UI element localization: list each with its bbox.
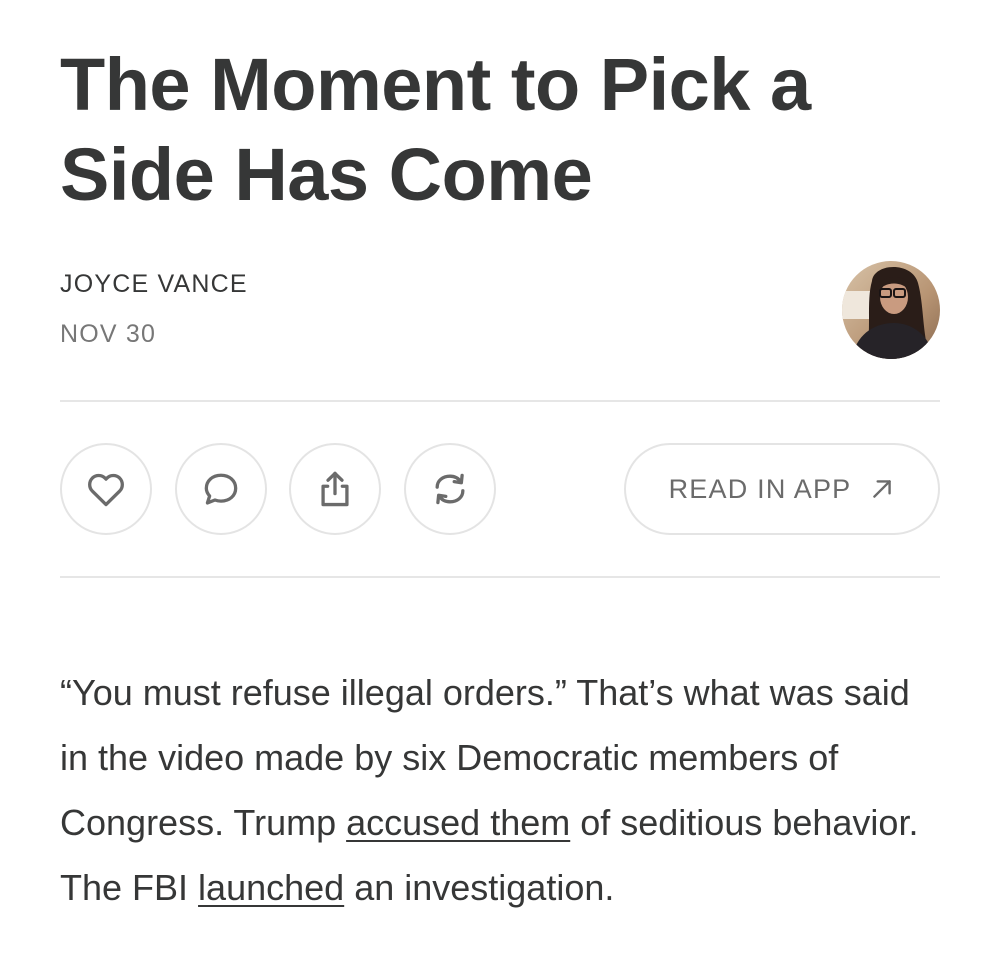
launched-link[interactable]: launched	[198, 867, 344, 908]
author-name[interactable]: JOYCE VANCE	[60, 270, 248, 299]
read-in-app-button[interactable]: READ IN APP	[624, 443, 940, 535]
share-icon	[321, 471, 349, 507]
post-date: NOV 30	[60, 320, 157, 348]
comment-button[interactable]	[175, 443, 267, 535]
header-divider-top	[60, 400, 940, 402]
restack-icon	[435, 473, 465, 505]
read-in-app-label: READ IN APP	[668, 473, 852, 504]
accused-them-link[interactable]: accused them	[346, 802, 570, 843]
paragraph-text: an investigation.	[344, 867, 615, 908]
author-avatar[interactable]	[842, 261, 940, 359]
comment-bubble-icon	[204, 473, 238, 505]
arrow-up-right-icon	[873, 480, 892, 498]
share-button[interactable]	[289, 443, 381, 535]
avatar-photo	[842, 261, 940, 359]
header-divider-bottom	[60, 576, 940, 578]
restack-button[interactable]	[404, 443, 496, 535]
heart-icon	[88, 473, 124, 507]
post-title: The Moment to Pick a Side Has Come	[60, 43, 811, 216]
like-button[interactable]	[60, 443, 152, 535]
article-paragraph: “You must refuse illegal orders.” That’s…	[60, 660, 940, 920]
